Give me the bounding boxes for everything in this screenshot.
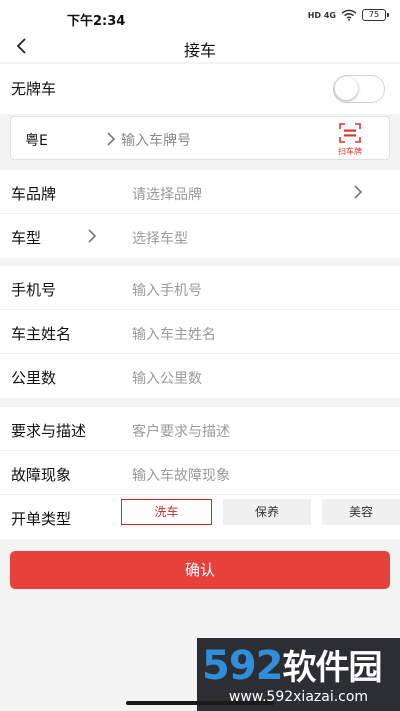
order-type-maintenance[interactable]: 保养 <box>223 499 311 525</box>
home-indicator[interactable] <box>126 701 274 705</box>
mileage-label: 公里数 <box>11 369 57 387</box>
description-label: 要求与描述 <box>11 422 87 440</box>
unplated-section: 无牌车 <box>0 64 400 114</box>
order-type-row: 开单类型 洗车 保养 美容 <box>0 495 400 539</box>
watermark-logo-text: 592软件园 <box>202 640 383 689</box>
owner-name-label: 车主姓名 <box>11 325 72 343</box>
order-type-label: 开单类型 <box>11 510 72 528</box>
fault-input[interactable]: 输入车故障现象 <box>132 465 230 485</box>
brand-row[interactable]: 车品牌 请选择品牌 <box>0 170 400 214</box>
mileage-row: 公里数 输入公里数 <box>0 354 400 398</box>
fault-row: 故障现象 输入车故障现象 <box>0 451 400 495</box>
model-row[interactable]: 车型 选择车型 <box>0 214 400 258</box>
page-title: 接车 <box>183 41 216 60</box>
plate-input-box: 粤E 输入车牌号 扫车牌 <box>10 116 390 160</box>
model-select[interactable]: 选择车型 <box>132 228 188 248</box>
scan-icon <box>339 123 361 143</box>
status-time: 下午2:34 <box>67 14 126 29</box>
description-input[interactable]: 客户要求与描述 <box>132 421 230 441</box>
order-type-wash[interactable]: 洗车 <box>121 499 212 525</box>
phone-row: 手机号 输入手机号 <box>0 266 400 310</box>
chevron-right-icon <box>107 132 116 146</box>
unplated-toggle[interactable] <box>333 75 385 103</box>
nav-bar: 接车 <box>0 32 400 62</box>
toggle-knob <box>335 77 358 100</box>
owner-section: 手机号 输入手机号 车主姓名 输入车主姓名 公里数 输入公里数 <box>0 266 400 398</box>
plate-province-selector[interactable]: 粤E <box>25 130 48 150</box>
wifi-icon <box>341 9 357 21</box>
brand-label: 车品牌 <box>11 185 57 203</box>
mileage-input[interactable]: 输入公里数 <box>132 368 202 388</box>
owner-name-input[interactable]: 输入车主姓名 <box>132 324 216 344</box>
battery-icon: 75 <box>362 9 389 21</box>
scan-plate-label: 扫车牌 <box>338 147 362 156</box>
request-section: 要求与描述 客户要求与描述 故障现象 输入车故障现象 开单类型 洗车 保养 美容 <box>0 407 400 539</box>
watermark-number: 592 <box>202 643 283 689</box>
order-type-beauty[interactable]: 美容 <box>322 499 400 525</box>
status-icons: HD 4G 75 <box>307 9 389 21</box>
scan-plate-button[interactable]: 扫车牌 <box>330 120 370 158</box>
owner-name-row: 车主姓名 输入车主姓名 <box>0 310 400 354</box>
watermark-text: 软件园 <box>282 648 383 688</box>
vehicle-section: 车品牌 请选择品牌 车型 选择车型 <box>0 170 400 258</box>
chevron-right-icon <box>354 185 363 199</box>
chevron-right-icon <box>88 229 97 243</box>
unplated-label: 无牌车 <box>11 80 57 98</box>
fault-label: 故障现象 <box>11 466 72 484</box>
plate-number-input[interactable]: 输入车牌号 <box>121 130 191 150</box>
phone-input[interactable]: 输入手机号 <box>132 280 202 300</box>
model-label: 车型 <box>11 229 42 247</box>
signal-icon: HD 4G <box>307 10 336 20</box>
phone-label: 手机号 <box>11 281 57 299</box>
description-row: 要求与描述 客户要求与描述 <box>0 407 400 451</box>
brand-select[interactable]: 请选择品牌 <box>132 184 202 204</box>
status-bar: 下午2:34 HD 4G 75 <box>0 0 400 32</box>
confirm-button[interactable]: 确认 <box>10 551 390 589</box>
